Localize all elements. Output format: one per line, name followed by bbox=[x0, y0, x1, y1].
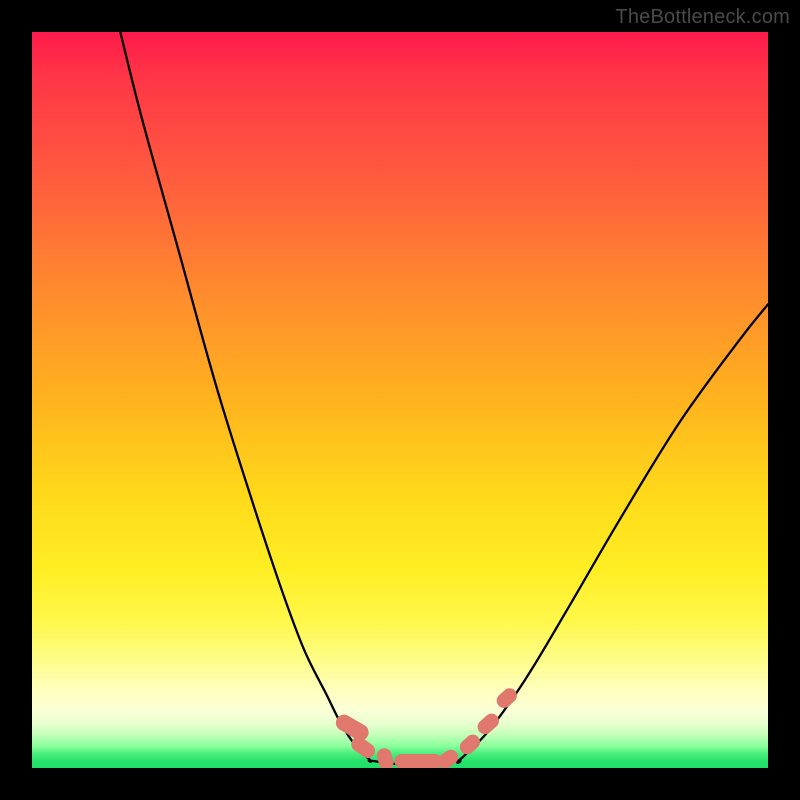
marker-c3 bbox=[435, 747, 462, 768]
marker-c1 bbox=[375, 747, 395, 768]
marker-c2 bbox=[395, 754, 443, 768]
marker-l1 bbox=[333, 712, 372, 744]
v-curve bbox=[120, 32, 768, 765]
marker-r3 bbox=[494, 685, 520, 711]
bottleneck-curve bbox=[120, 32, 768, 765]
chart-frame: TheBottleneck.com bbox=[0, 0, 800, 800]
attribution-text: TheBottleneck.com bbox=[615, 6, 790, 29]
marker-r1 bbox=[457, 732, 483, 758]
marker-l2 bbox=[348, 734, 378, 761]
marker-r2 bbox=[475, 711, 502, 738]
plot-area bbox=[32, 32, 768, 768]
curve-layer bbox=[32, 32, 768, 768]
marker-group bbox=[333, 685, 520, 768]
